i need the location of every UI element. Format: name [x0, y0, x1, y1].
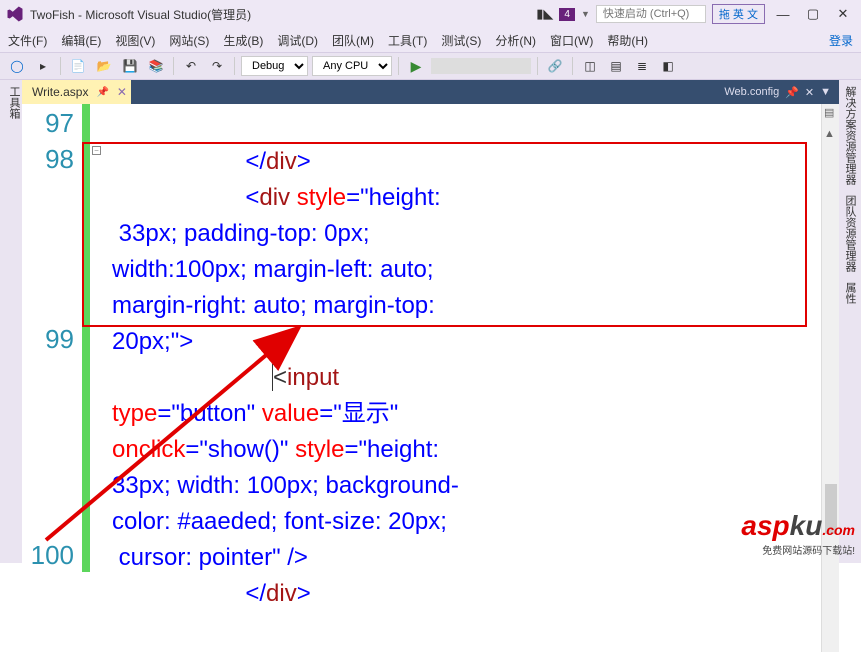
new-file-button[interactable]: 📄: [67, 55, 89, 77]
fold-toggle-icon[interactable]: −: [92, 146, 101, 155]
tool-button-2[interactable]: ▤: [605, 55, 627, 77]
tool-button-1[interactable]: ◫: [579, 55, 601, 77]
toolbox-tab[interactable]: 工具箱: [8, 86, 20, 119]
titlebar: TwoFish - Microsoft Visual Studio(管理员) ▮…: [0, 0, 861, 28]
menu-edit[interactable]: 编辑(E): [61, 32, 101, 49]
tab-close-icon[interactable]: ✕: [117, 85, 127, 99]
properties-tab[interactable]: 属性: [842, 282, 858, 304]
menubar: 文件(F) 编辑(E) 视图(V) 网站(S) 生成(B) 调试(D) 团队(M…: [0, 28, 861, 52]
editor-area: Write.aspx 📌 ✕ Web.config 📌 ✕ ▼ 97 98 99…: [22, 80, 839, 563]
menu-view[interactable]: 视图(V): [115, 32, 155, 49]
pin-icon[interactable]: 📌: [785, 86, 799, 99]
line-number: 97: [22, 108, 82, 144]
line-number: 100: [22, 540, 82, 576]
separator: [572, 57, 573, 75]
code-editor[interactable]: 97 98 99 100 − </div> <div style="height…: [22, 104, 839, 652]
flag-icon[interactable]: ▮◣: [536, 6, 553, 22]
pin-icon[interactable]: 📌: [96, 87, 108, 98]
inactive-tab[interactable]: Web.config: [724, 86, 779, 98]
menu-file[interactable]: 文件(F): [8, 32, 47, 49]
separator: [234, 57, 235, 75]
tool-button-4[interactable]: ◧: [657, 55, 679, 77]
window-title: TwoFish - Microsoft Visual Studio(管理员): [30, 6, 536, 23]
config-combo[interactable]: Debug: [241, 56, 308, 76]
nav-fwd-button[interactable]: ▸: [32, 55, 54, 77]
team-explorer-tab[interactable]: 团队资源管理器: [842, 195, 858, 272]
line-gutter: 97 98 99 100: [22, 104, 82, 652]
watermark: aspku.com 免费网站源码下载站!: [741, 510, 855, 557]
quick-launch-input[interactable]: [596, 5, 706, 23]
close-button[interactable]: ✕: [831, 4, 855, 24]
login-link[interactable]: 登录: [829, 32, 853, 49]
tab-close-icon[interactable]: ✕: [805, 86, 814, 99]
start-target[interactable]: [431, 58, 531, 74]
open-button[interactable]: 📂: [93, 55, 115, 77]
menu-help[interactable]: 帮助(H): [607, 32, 648, 49]
split-icon[interactable]: ▤: [824, 106, 834, 119]
notification-badge[interactable]: 4: [559, 8, 575, 21]
browser-link-button[interactable]: 🔗: [544, 55, 566, 77]
separator: [173, 57, 174, 75]
redo-button[interactable]: ↷: [206, 55, 228, 77]
menu-debug[interactable]: 调试(D): [277, 32, 318, 49]
tab-overflow-icon[interactable]: ▼: [820, 86, 831, 98]
tabbar: Write.aspx 📌 ✕ Web.config 📌 ✕ ▼: [22, 80, 839, 104]
menu-tools[interactable]: 工具(T): [388, 32, 427, 49]
toolbar: ◯ ▸ 📄 📂 💾 📚 ↶ ↷ Debug Any CPU ▶ 🔗 ◫ ▤ ≣ …: [0, 52, 861, 80]
tab-active[interactable]: Write.aspx 📌 ✕: [22, 80, 131, 104]
separator: [60, 57, 61, 75]
outline-bar[interactable]: −: [90, 104, 104, 652]
vertical-scrollbar[interactable]: ▤ ▲: [821, 104, 839, 652]
minimize-button[interactable]: —: [771, 4, 795, 24]
menu-team[interactable]: 团队(M): [332, 32, 374, 49]
nav-back-button[interactable]: ◯: [6, 55, 28, 77]
scroll-up-icon[interactable]: ▲: [824, 128, 835, 140]
vs-logo-icon: [6, 5, 24, 23]
platform-combo[interactable]: Any CPU: [312, 56, 392, 76]
menu-build[interactable]: 生成(B): [223, 32, 263, 49]
menu-test[interactable]: 测试(S): [441, 32, 481, 49]
separator: [398, 57, 399, 75]
tool-button-3[interactable]: ≣: [631, 55, 653, 77]
tabbar-right: Web.config 📌 ✕ ▼: [724, 86, 839, 99]
undo-button[interactable]: ↶: [180, 55, 202, 77]
line-number: 98: [22, 144, 82, 324]
watermark-text: asp: [741, 510, 789, 541]
save-button[interactable]: 💾: [119, 55, 141, 77]
right-dock[interactable]: 解决方案资源管理器 团队资源管理器 属性: [839, 80, 861, 563]
titlebar-tray: ▮◣ 4 ▼ 拖 英 文 — ▢ ✕: [536, 4, 855, 24]
save-all-button[interactable]: 📚: [145, 55, 167, 77]
tab-label: Write.aspx: [32, 85, 88, 99]
menu-window[interactable]: 窗口(W): [550, 32, 593, 49]
workspace: 工具箱 Write.aspx 📌 ✕ Web.config 📌 ✕ ▼ 97 9…: [0, 80, 861, 563]
left-dock[interactable]: 工具箱: [0, 80, 22, 563]
menu-website[interactable]: 网站(S): [169, 32, 209, 49]
ime-indicator[interactable]: 拖 英 文: [712, 4, 765, 24]
menu-analyze[interactable]: 分析(N): [495, 32, 536, 49]
change-bar: [82, 104, 90, 652]
maximize-button[interactable]: ▢: [801, 4, 825, 24]
line-number: 99: [22, 324, 82, 540]
start-button[interactable]: ▶: [405, 55, 427, 77]
separator: [537, 57, 538, 75]
dropdown-icon[interactable]: ▼: [581, 9, 590, 19]
solution-explorer-tab[interactable]: 解决方案资源管理器: [842, 86, 858, 185]
code-text[interactable]: </div> <div style="height:↵ 33px; paddin…: [104, 104, 839, 652]
